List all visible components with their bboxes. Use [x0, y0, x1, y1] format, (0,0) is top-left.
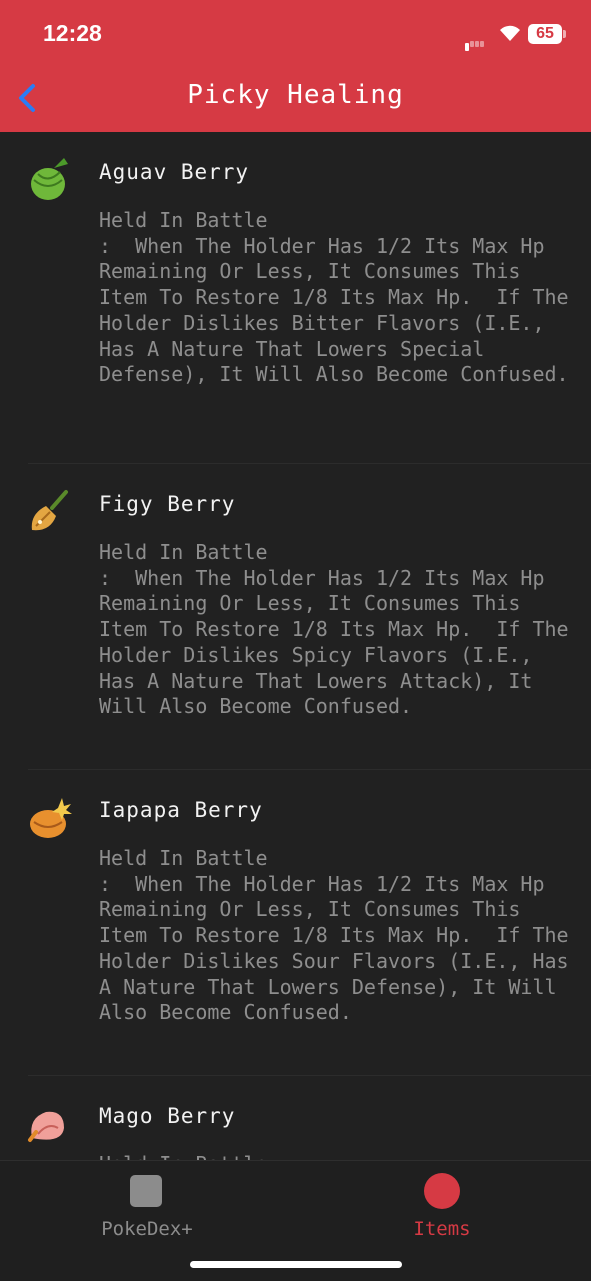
item-category: Held In Battle	[99, 846, 268, 870]
item-name: Aguav Berry	[99, 160, 250, 184]
aguav-berry-icon	[31, 158, 68, 200]
iapapa-berry-icon	[30, 798, 72, 838]
status-time: 12:28	[43, 20, 102, 46]
item-effect: : When The Holder Has 1/2 Its Max Hp Rem…	[99, 871, 581, 1025]
list-item[interactable]: Figy Berry Held In Battle : When The Hol…	[0, 464, 591, 770]
list-item[interactable]: Iapapa Berry Held In Battle : When The H…	[0, 770, 591, 1076]
list-item[interactable]: Aguav Berry Held In Battle : When The Ho…	[0, 132, 591, 464]
figy-berry-icon	[31, 490, 68, 531]
battery-icon: 65	[528, 24, 562, 44]
nav-bar: Picky Healing	[0, 60, 591, 132]
pokedex-tab-icon	[130, 1175, 162, 1207]
item-list[interactable]: Aguav Berry Held In Battle : When The Ho…	[0, 132, 591, 1160]
list-item[interactable]: Mago Berry Held In Battle	[0, 1076, 591, 1160]
battery-nub	[563, 30, 566, 38]
tab-items[interactable]: Items	[362, 1171, 522, 1241]
item-effect: : When The Holder Has 1/2 Its Max Hp Rem…	[99, 233, 581, 387]
item-name: Figy Berry	[99, 492, 236, 516]
status-bar: 12:28 65	[0, 0, 591, 60]
items-tab-icon	[424, 1173, 460, 1209]
item-name: Iapapa Berry	[99, 798, 263, 822]
home-indicator	[190, 1261, 402, 1268]
cellular-signal-icon	[465, 32, 485, 51]
item-category: Held In Battle	[99, 540, 268, 564]
page-title: Picky Healing	[187, 80, 404, 110]
mago-berry-icon	[28, 1111, 64, 1142]
tab-pokedex[interactable]: PokeDex+	[67, 1171, 227, 1241]
item-category: Held In Battle	[99, 208, 268, 232]
item-category: Held In Battle	[99, 1152, 569, 1160]
tab-label: Items	[413, 1218, 471, 1240]
item-name: Mago Berry	[99, 1104, 236, 1128]
tab-label: PokeDex+	[101, 1218, 193, 1240]
wifi-icon	[500, 25, 520, 41]
item-effect: : When The Holder Has 1/2 Its Max Hp Rem…	[99, 565, 581, 719]
